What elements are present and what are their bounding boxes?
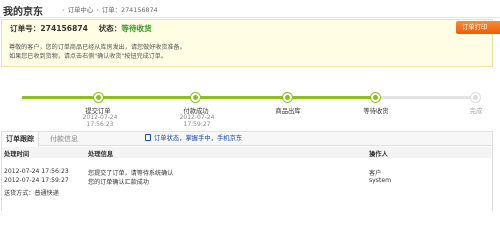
breadcrumb: › 订单中心 › 订单：274156874	[61, 5, 158, 14]
order-number: 274156874	[40, 24, 88, 33]
row-operator: system	[369, 177, 392, 184]
breadcrumb-separator-icon: ›	[96, 6, 99, 14]
status-label: 状态：	[98, 24, 122, 33]
progress-node-paid	[191, 93, 200, 102]
step-label-shipped: 商品出库	[275, 108, 301, 115]
top-bar: 我的京东 › 订单中心 › 订单：274156874	[0, 0, 500, 18]
breadcrumb-order-center[interactable]: 订单中心	[68, 6, 94, 14]
order-summary: 订单号：274156874 状态：等待收货 尊敬的客户，您的订单商品已经从库房发…	[1, 19, 493, 67]
table-row: 2012-07-24 17:56:23 您提交了订单，请等待系统确认 客户	[2, 167, 492, 177]
row-time: 2012-07-24 17:59:27	[4, 177, 69, 184]
step-label-complete: 完成	[469, 108, 483, 115]
tab-order-tracking[interactable]: 订单跟踪	[2, 132, 39, 147]
page-title: 我的京东	[3, 7, 43, 18]
column-header-operator: 操作人	[369, 151, 388, 158]
row-info: 您的订单确认汇款成功	[88, 179, 149, 186]
order-tracking-panel: 订单跟踪 付款信息 订单状态，掌握手中，手机京东 处理时间 处理信息 操作人 2…	[1, 131, 493, 211]
phone-icon	[145, 134, 151, 141]
shipping-notice: 尊敬的客户，您的订单商品已经从库房发出，请您做好收货准备。	[9, 44, 186, 51]
breadcrumb-separator-icon: ›	[62, 6, 65, 14]
shipping-method: 送货方式：普通快递	[4, 190, 59, 197]
progress-node-shipped	[283, 93, 292, 102]
order-number-label: 订单号：	[10, 24, 41, 33]
order-status: 等待收货	[121, 24, 152, 33]
progress-track-remaining	[375, 96, 475, 99]
progress-node-awaiting	[371, 93, 380, 102]
table-row: 2012-07-24 17:59:27 您的订单确认汇款成功 system	[2, 176, 492, 186]
step-date-paid: 2012-07-24	[179, 114, 215, 121]
tab-payment-info[interactable]: 付款信息	[46, 132, 82, 146]
progress-node-submitted	[94, 93, 103, 102]
confirm-receipt-hint: 如果您已收到货物，请点击右侧"确认收货"按钮完成订单。	[9, 53, 167, 60]
step-date-submitted: 2012-07-24	[82, 114, 118, 121]
column-header-info: 处理信息	[88, 151, 114, 158]
step-time-paid: 17:59:27	[183, 121, 211, 128]
step-time-submitted: 17:56:23	[86, 121, 114, 128]
mobile-app-promo-link[interactable]: 订单状态，掌握手中，手机京东	[145, 132, 242, 146]
breadcrumb-order-number: 订单：274156874	[101, 6, 158, 14]
tracking-table-header: 处理时间 处理信息 操作人	[2, 147, 492, 158]
order-progress: 提交订单 付款成功 商品出库 等待收货 完成 2012-07-24 17:56:…	[0, 76, 500, 128]
progress-node-complete	[471, 93, 480, 102]
mobile-app-promo-text: 订单状态，掌握手中，手机京东	[154, 135, 243, 142]
print-order-button[interactable]: 订单打印	[456, 21, 500, 34]
column-header-time: 处理时间	[4, 151, 30, 158]
row-time: 2012-07-24 17:56:23	[4, 168, 69, 175]
step-label-awaiting: 等待收货	[363, 108, 389, 115]
order-status-line: 订单号：274156874 状态：等待收货	[10, 23, 152, 34]
tracking-tabs: 订单跟踪 付款信息 订单状态，掌握手中，手机京东	[2, 132, 492, 147]
